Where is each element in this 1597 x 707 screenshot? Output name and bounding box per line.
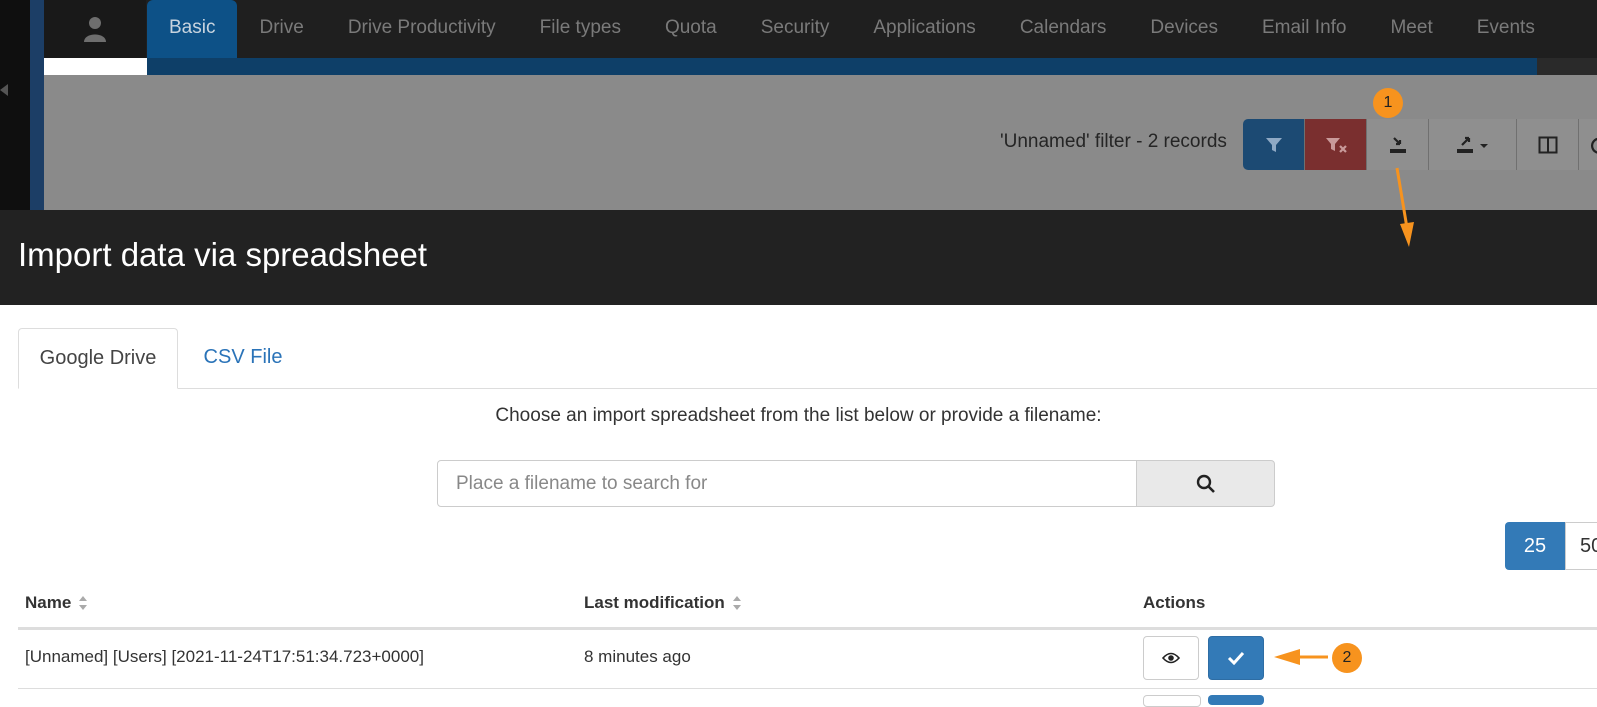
tab-drive[interactable]: Drive	[237, 0, 325, 58]
background-left-sidebar	[0, 0, 30, 210]
annotation-badge-1: 1	[1373, 88, 1403, 118]
tab-quota[interactable]: Quota	[643, 0, 739, 58]
tab-drive-productivity[interactable]: Drive Productivity	[326, 0, 518, 58]
preview-button[interactable]	[1143, 636, 1199, 680]
filter-button[interactable]	[1243, 119, 1305, 170]
nav-underline	[147, 58, 1537, 75]
column-header-name-label: Name	[25, 593, 72, 612]
export-icon	[1456, 136, 1488, 153]
import-instructions: Choose an import spreadsheet from the li…	[495, 405, 1102, 426]
tab-csv-file[interactable]: CSV File	[178, 328, 308, 388]
filename-search-input[interactable]	[437, 460, 1137, 507]
filter-icon	[1265, 137, 1282, 152]
user-menu[interactable]	[44, 0, 146, 58]
tab-google-drive[interactable]: Google Drive	[18, 328, 178, 389]
import-button[interactable]	[1367, 119, 1429, 170]
filter-status-text: 'Unnamed' filter - 2 records	[1000, 131, 1227, 152]
tab-file-types[interactable]: File types	[518, 0, 643, 58]
tab-events[interactable]: Events	[1455, 0, 1557, 58]
search-button[interactable]	[1136, 460, 1275, 507]
sort-icon	[732, 596, 741, 610]
column-header-actions-label: Actions	[1143, 593, 1206, 612]
tab-security[interactable]: Security	[739, 0, 852, 58]
refresh-button[interactable]	[1579, 119, 1597, 170]
columns-button[interactable]	[1517, 119, 1579, 170]
table-header-divider	[18, 627, 1597, 630]
nav-underline-end	[1537, 58, 1597, 75]
table-row-last-modification-cell: 8 minutes ago	[584, 647, 691, 666]
clear-filter-button[interactable]	[1305, 119, 1367, 170]
modal-title: Import data via spreadsheet	[18, 236, 428, 273]
tab-applications[interactable]: Applications	[851, 0, 997, 58]
import-icon	[1389, 136, 1406, 153]
table-row-name-cell: [Unnamed] [Users] [2021-11-24T17:51:34.7…	[25, 647, 424, 666]
tab-basic[interactable]: Basic	[147, 0, 238, 58]
export-dropdown-button[interactable]	[1429, 119, 1517, 170]
table-row-divider	[18, 688, 1597, 689]
columns-icon	[1538, 136, 1557, 153]
column-header-actions: Actions	[1143, 593, 1205, 613]
tab-devices[interactable]: Devices	[1128, 0, 1240, 58]
page-size-50[interactable]: 50	[1565, 522, 1597, 570]
select-spreadsheet-button[interactable]	[1208, 636, 1264, 680]
collapse-caret-icon	[0, 84, 8, 96]
grid-toolbar	[1243, 119, 1597, 170]
check-icon	[1227, 651, 1245, 665]
page-size-25[interactable]: 25	[1505, 522, 1565, 570]
sort-icon	[79, 596, 88, 610]
clear-filter-icon	[1325, 137, 1347, 153]
user-icon	[84, 17, 106, 42]
tab-email-info[interactable]: Email Info	[1240, 0, 1368, 58]
annotation-badge-2: 2	[1332, 643, 1362, 673]
background-left-accent	[30, 0, 44, 210]
nav-tabs: Basic Drive Drive Productivity File type…	[147, 0, 1557, 58]
select-spreadsheet-button[interactable]	[1208, 695, 1264, 705]
preview-button[interactable]	[1143, 695, 1201, 707]
refresh-icon	[1591, 137, 1597, 154]
tab-bar-divider	[18, 388, 1597, 389]
eye-icon	[1162, 652, 1180, 664]
tab-calendars[interactable]: Calendars	[998, 0, 1129, 58]
column-header-last-modification[interactable]: Last modification	[584, 593, 742, 613]
column-header-last-modification-label: Last modification	[584, 593, 725, 612]
column-header-name[interactable]: Name	[25, 593, 88, 613]
tab-meet[interactable]: Meet	[1368, 0, 1454, 58]
search-icon	[1196, 474, 1215, 493]
